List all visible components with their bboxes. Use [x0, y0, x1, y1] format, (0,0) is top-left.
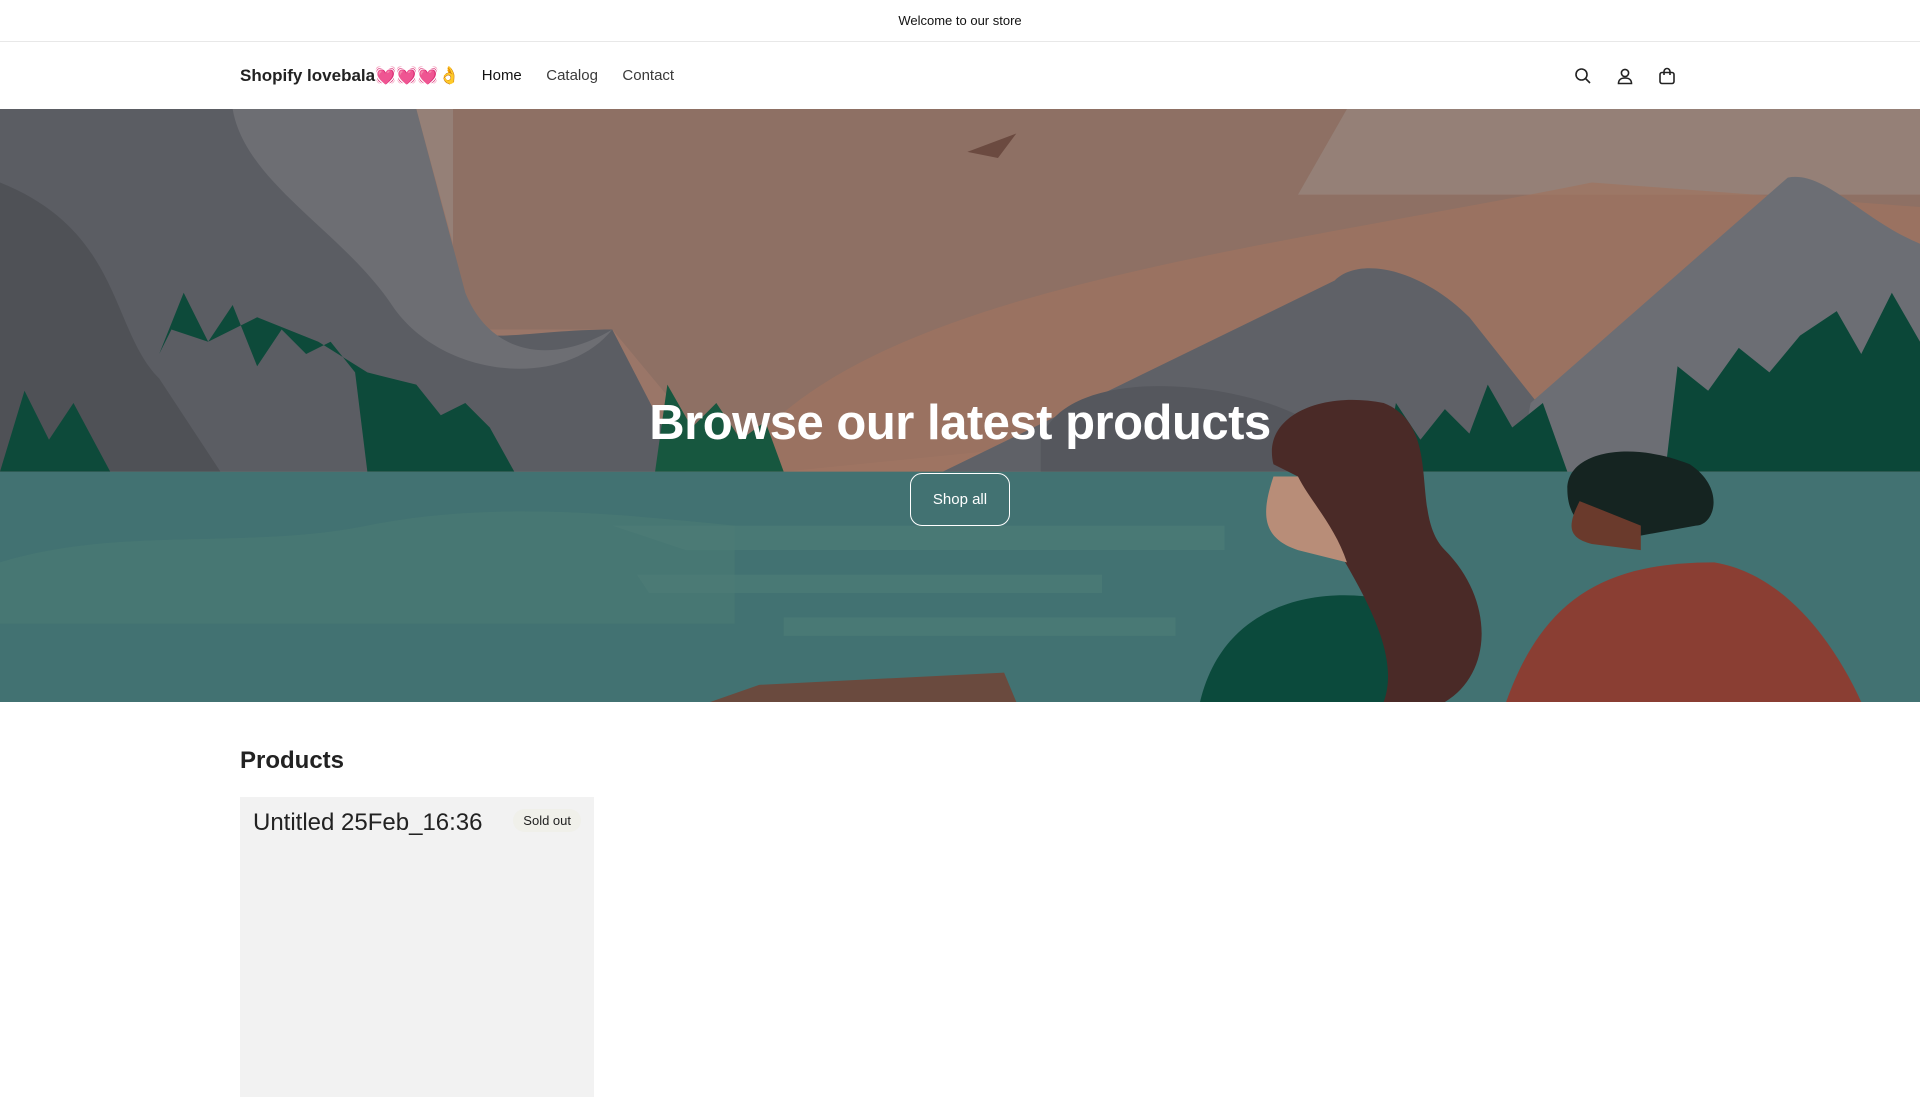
hero-heading: Browse our latest products: [649, 396, 1271, 450]
store-logo[interactable]: Shopify lovebala💓💓💓👌: [240, 66, 460, 86]
shop-all-button[interactable]: Shop all: [909, 473, 1011, 526]
announcement-bar: Welcome to our store: [0, 0, 1920, 42]
site-header: Shopify lovebala💓💓💓👌 Home Catalog Contac…: [0, 42, 1920, 109]
hero-banner: Browse our latest products Shop all: [0, 109, 1920, 702]
product-title[interactable]: Untitled 25Feb_16:36: [253, 809, 483, 837]
product-card[interactable]: Untitled 25Feb_16:36 Sold out: [240, 797, 594, 1097]
main-nav: Home Catalog Contact: [482, 67, 694, 85]
nav-catalog[interactable]: Catalog: [546, 67, 598, 84]
search-icon[interactable]: [1573, 66, 1593, 86]
nav-home[interactable]: Home: [482, 67, 522, 84]
announcement-text: Welcome to our store: [898, 13, 1022, 28]
products-section: Products Untitled 25Feb_16:36 Sold out: [0, 702, 1920, 1097]
account-icon[interactable]: [1615, 66, 1635, 86]
products-title: Products: [240, 747, 345, 774]
nav-contact[interactable]: Contact: [622, 67, 674, 84]
cart-icon[interactable]: [1657, 66, 1677, 86]
sold-out-badge: Sold out: [513, 809, 581, 832]
